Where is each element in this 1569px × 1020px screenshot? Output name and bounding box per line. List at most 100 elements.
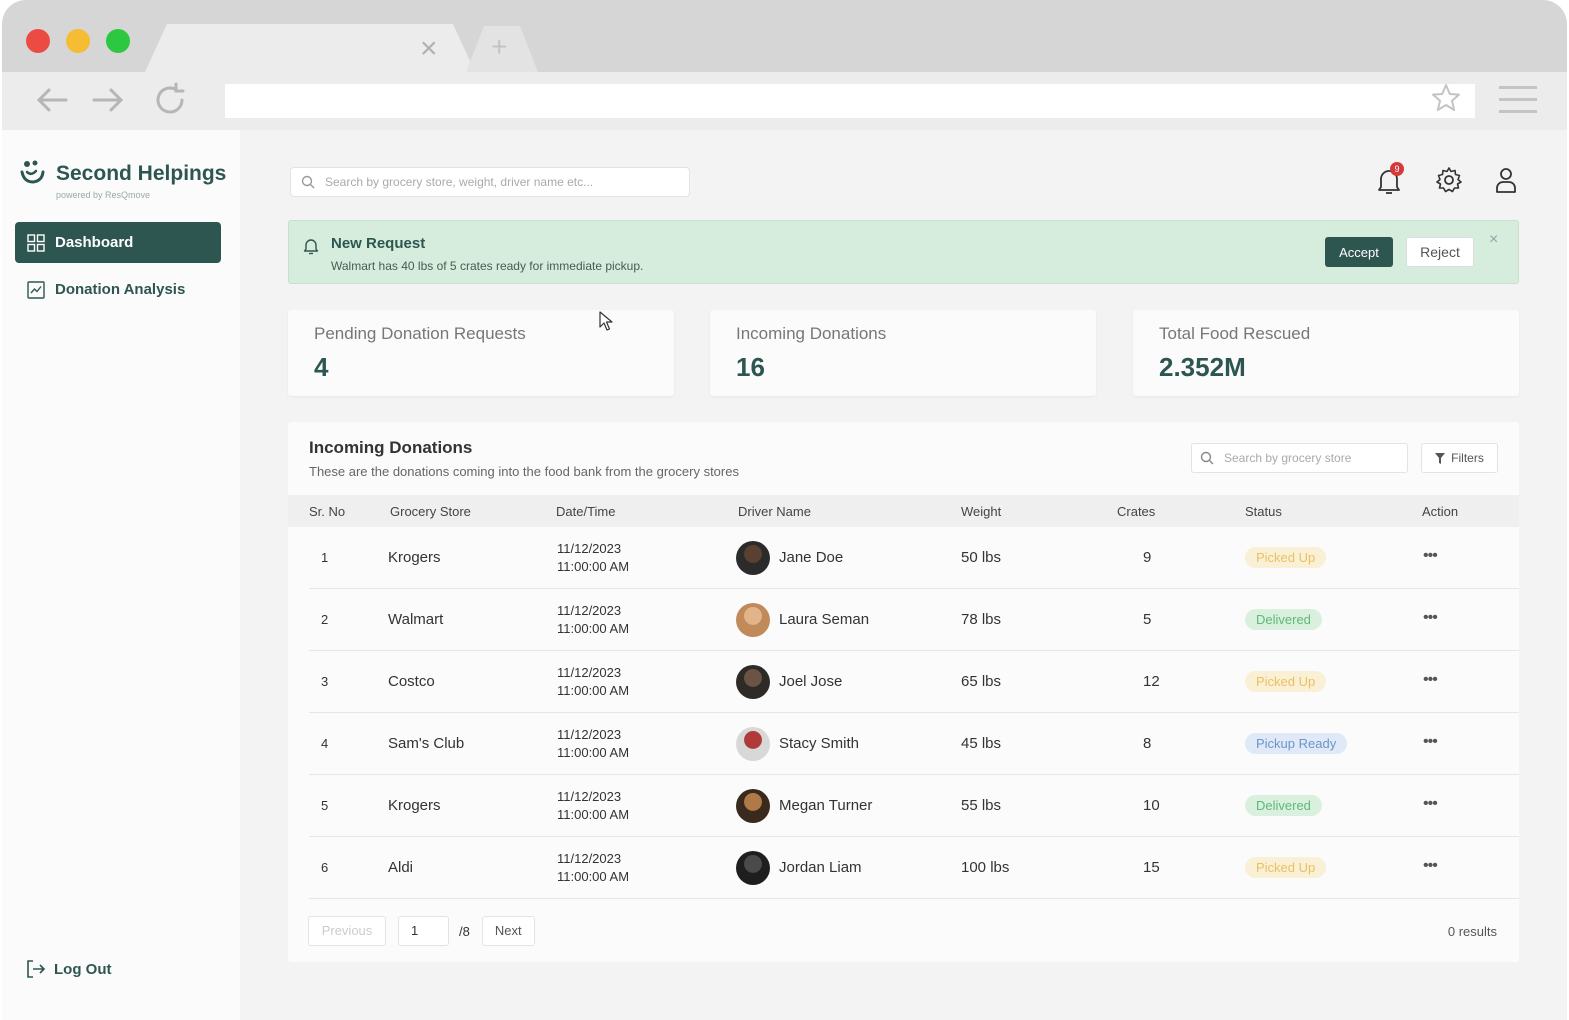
status-badge: Delivered <box>1245 795 1322 816</box>
avatar <box>736 541 770 575</box>
gear-icon <box>1436 167 1462 193</box>
avatar <box>736 851 770 885</box>
mouse-cursor-icon <box>599 311 613 331</box>
more-actions-icon[interactable]: ••• <box>1423 733 1438 751</box>
search-icon <box>1200 451 1214 465</box>
cell-sr-no: 5 <box>321 798 329 813</box>
cell-crates: 10 <box>1143 797 1160 814</box>
table-row[interactable]: 6 Aldi 11/12/2023 11:00:00 AM Jordan Liam 100… <box>309 837 1519 899</box>
pagination: Previous 1 /8 Next <box>308 916 535 946</box>
cell-date: 11/12/2023 <box>557 851 622 866</box>
tab-close-icon[interactable]: × <box>420 34 438 64</box>
cell-grocery-store: Sam's Club <box>388 735 465 752</box>
status-badge: Picked Up <box>1245 671 1327 692</box>
reject-button[interactable]: Reject <box>1406 237 1474 267</box>
cell-datetime: 11/12/2023 11:00:00 AM <box>557 602 629 638</box>
cell-date: 11/12/2023 <box>557 603 622 618</box>
next-button[interactable]: Next <box>481 916 535 946</box>
more-actions-icon[interactable]: ••• <box>1423 547 1438 565</box>
table-row[interactable]: 5 Krogers 11/12/2023 11:00:00 AM Megan Turne… <box>309 775 1519 837</box>
cell-driver-name: Megan Turner <box>779 797 873 814</box>
banner-title: New Request <box>331 235 426 252</box>
cell-grocery-store: Krogers <box>388 797 441 814</box>
browser-menu-icon[interactable] <box>1499 86 1537 114</box>
window-maximize-dot[interactable] <box>106 29 130 53</box>
bookmark-star-icon[interactable] <box>1430 82 1462 114</box>
cell-crates: 8 <box>1143 735 1152 752</box>
global-search-input[interactable] <box>325 175 665 189</box>
more-actions-icon[interactable]: ••• <box>1423 671 1438 689</box>
brand-subtitle: powered by ResQmove <box>56 190 151 200</box>
column-header: Weight <box>961 504 1002 519</box>
status-badge: Pickup Ready <box>1245 733 1348 754</box>
stat-value: 16 <box>736 352 765 382</box>
reload-icon[interactable] <box>152 82 188 118</box>
user-icon <box>1496 168 1516 193</box>
filters-label: Filters <box>1451 451 1484 465</box>
settings-button[interactable] <box>1435 166 1463 199</box>
logout-button[interactable]: Log Out <box>26 960 111 978</box>
results-count: 0 results <box>1447 924 1497 939</box>
notification-count-badge: 9 <box>1390 162 1404 176</box>
table-header: Sr. No Grocery Store Date/Time Driver Na… <box>288 495 1519 527</box>
sidebar-item-label: Dashboard <box>55 234 134 251</box>
sidebar-item-donation-analysis[interactable]: Donation Analysis <box>15 269 221 310</box>
column-header: Action <box>1422 504 1459 519</box>
logout-icon <box>27 960 46 978</box>
table-row[interactable]: 4 Sam's Club 11/12/2023 11:00:00 AM Stacy Sm… <box>309 713 1519 775</box>
cell-date: 11/12/2023 <box>557 727 622 742</box>
stat-card-pending: Pending Donation Requests 4 <box>288 310 674 396</box>
cell-weight: 45 lbs <box>961 735 1002 752</box>
cell-crates: 5 <box>1143 611 1152 628</box>
logout-label: Log Out <box>54 960 112 978</box>
stat-label: Total Food Rescued <box>1159 324 1311 343</box>
more-actions-icon[interactable]: ••• <box>1423 857 1438 875</box>
table-row[interactable]: 1 Krogers 11/12/2023 11:00:00 AM Jane Doe 50 … <box>309 527 1519 589</box>
global-search[interactable] <box>290 167 690 197</box>
address-bar[interactable] <box>225 84 1475 118</box>
table-row[interactable]: 2 Walmart 11/12/2023 11:00:00 AM Laura Seman… <box>309 589 1519 651</box>
notification-button[interactable]: 9 <box>1376 162 1404 201</box>
cell-time: 11:00:00 AM <box>557 807 630 822</box>
page-input[interactable]: 1 <box>398 916 449 946</box>
banner-message: Walmart has 40 lbs of 5 crates ready for… <box>331 259 644 273</box>
window-minimize-dot[interactable] <box>66 29 90 53</box>
cell-sr-no: 6 <box>321 860 329 875</box>
grid-icon <box>27 233 45 252</box>
cell-weight: 78 lbs <box>961 611 1002 628</box>
cell-grocery-store: Krogers <box>388 549 441 566</box>
forward-arrow-icon[interactable] <box>90 82 126 118</box>
more-actions-icon[interactable]: ••• <box>1423 609 1438 627</box>
avatar <box>736 789 770 823</box>
cell-weight: 50 lbs <box>961 549 1002 566</box>
cell-weight: 100 lbs <box>961 859 1010 876</box>
incoming-donations-card: Incoming Donations These are the donatio… <box>288 422 1519 962</box>
column-header: Status <box>1245 504 1282 519</box>
cell-crates: 9 <box>1143 549 1152 566</box>
avatar <box>736 727 770 761</box>
column-header: Crates <box>1117 504 1156 519</box>
sidebar-item-dashboard[interactable]: Dashboard <box>15 222 221 263</box>
brand-name: Second Helpings <box>56 162 227 185</box>
table-row[interactable]: 3 Costco 11/12/2023 11:00:00 AM Joel Jose 65 … <box>309 651 1519 713</box>
window-close-dot[interactable] <box>26 29 50 53</box>
main-content: 9 New Request Walmart has 40 lbs of 5 cr… <box>240 130 1567 1020</box>
store-search-input[interactable] <box>1224 451 1404 465</box>
new-request-banner: New Request Walmart has 40 lbs of 5 crat… <box>288 220 1519 284</box>
plus-icon[interactable]: + <box>491 32 507 62</box>
cell-datetime: 11/12/2023 11:00:00 AM <box>557 540 629 576</box>
previous-button[interactable]: Previous <box>308 916 386 946</box>
close-icon[interactable]: × <box>1489 231 1498 249</box>
stat-value: 4 <box>314 352 329 382</box>
filters-button[interactable]: Filters <box>1421 443 1498 473</box>
profile-button[interactable] <box>1495 166 1517 199</box>
cell-time: 11:00:00 AM <box>557 869 630 884</box>
table-subtitle: These are the donations coming into the … <box>309 464 739 479</box>
accept-button[interactable]: Accept <box>1325 237 1393 267</box>
cell-date: 11/12/2023 <box>557 541 622 556</box>
store-search[interactable] <box>1191 443 1408 473</box>
table-title: Incoming Donations <box>309 438 473 457</box>
more-actions-icon[interactable]: ••• <box>1423 795 1438 813</box>
back-arrow-icon[interactable] <box>34 82 70 118</box>
cell-sr-no: 2 <box>321 612 329 627</box>
